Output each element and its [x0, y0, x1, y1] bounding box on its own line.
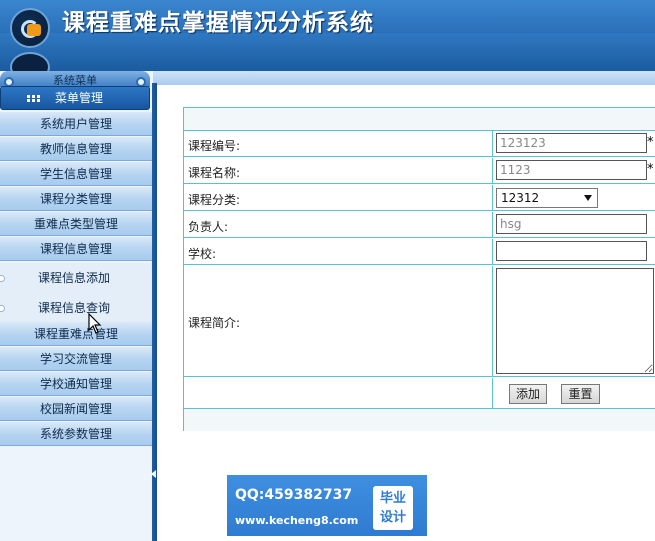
course-name-label-cell: 课程名称:: [184, 158, 493, 183]
course-category-selected-value: 12312: [501, 191, 540, 205]
school-field-cell: [494, 239, 655, 264]
intro-label: 课程简介:: [188, 316, 241, 330]
actions-field-cell: 添加 重置: [494, 378, 655, 408]
form-footer-band: [184, 409, 655, 431]
sidebar-item-students[interactable]: 学生信息管理: [0, 162, 152, 186]
form-row-course-category: 课程分类: 12312: [184, 185, 655, 211]
sidebar-item-system-params[interactable]: 系统参数管理: [0, 422, 152, 446]
system-title: 课程重难点掌握情况分析系统: [62, 9, 374, 36]
sidebar-subitem-course-add[interactable]: 课程信息添加: [0, 263, 152, 293]
intro-textarea[interactable]: [496, 268, 654, 374]
course-category-label-cell: 课程分类:: [184, 185, 493, 210]
header-band-bottom: [0, 33, 655, 71]
app-header: 课程重难点掌握情况分析系统: [0, 0, 655, 71]
course-code-field-cell: *: [494, 131, 655, 156]
reset-button[interactable]: 重置: [561, 384, 600, 404]
menu-management-header[interactable]: 菜单管理: [0, 86, 150, 110]
form-row-course-name: 课程名称: *: [184, 158, 655, 184]
course-category-field-cell: 12312: [494, 185, 655, 210]
course-category-select[interactable]: 12312: [496, 188, 598, 208]
add-button[interactable]: 添加: [509, 384, 547, 404]
sidebar-item-course-info[interactable]: 课程信息管理: [0, 237, 152, 261]
form-row-intro: 课程简介:: [184, 266, 655, 377]
intro-label-cell: 课程简介:: [184, 266, 493, 376]
logo-dot: [27, 24, 41, 36]
course-category-label: 课程分类:: [188, 193, 241, 207]
course-name-required-mark: *: [647, 162, 654, 177]
owner-label-cell: 负责人:: [184, 212, 493, 237]
course-name-label: 课程名称:: [188, 166, 241, 180]
course-code-label-cell: 课程编号:: [184, 131, 493, 156]
course-code-label: 课程编号:: [188, 139, 241, 153]
intro-field-cell: [494, 266, 655, 376]
sidebar-item-teachers[interactable]: 教师信息管理: [0, 137, 152, 161]
school-input[interactable]: [496, 241, 647, 261]
form-row-course-code: 课程编号: *: [184, 131, 655, 157]
sidebar-item-course-categories[interactable]: 课程分类管理: [0, 187, 152, 211]
sidebar-item-difficulty-types[interactable]: 重难点类型管理: [0, 212, 152, 236]
watermark-badge-line1: 毕业: [379, 491, 406, 506]
course-name-field-cell: *: [494, 158, 655, 183]
sidebar-item-key-points[interactable]: 课程重难点管理: [0, 322, 152, 346]
sidebar-item-study-exchange[interactable]: 学习交流管理: [0, 347, 152, 371]
collapse-arrow-icon[interactable]: [151, 470, 156, 478]
owner-label: 负责人:: [188, 220, 229, 234]
form-header-band: [184, 108, 655, 131]
watermark-badge: 毕业 设计: [373, 486, 413, 530]
school-label: 学校:: [188, 247, 217, 261]
owner-field-cell: [494, 212, 655, 237]
sidebar-item-system-users[interactable]: 系统用户管理: [0, 112, 152, 136]
form-row-actions: 添加 重置: [184, 378, 655, 409]
sidebar-item-school-notices[interactable]: 学校通知管理: [0, 372, 152, 396]
form-row-owner: 负责人:: [184, 212, 655, 238]
mouse-cursor-icon: [88, 313, 102, 334]
menu-management-label: 菜单管理: [55, 91, 104, 105]
form-row-school: 学校:: [184, 239, 655, 265]
sidebar-item-campus-news[interactable]: 校园新闻管理: [0, 397, 152, 421]
sidebar-subitem-course-query[interactable]: 课程信息查询: [0, 293, 152, 323]
watermark-badge-line2: 设计: [379, 510, 406, 525]
watermark-url: www.kecheng8.com: [235, 514, 359, 527]
contact-watermark: QQ:459382737 www.kecheng8.com 毕业 设计: [227, 475, 427, 536]
course-form: 课程编号: * 课程名称: * 课程分类: 12312 负责人: 学校:: [183, 107, 655, 431]
course-code-required-mark: *: [647, 135, 654, 150]
system-menu-tab: 系统菜单: [0, 71, 150, 87]
course-name-input[interactable]: [496, 160, 647, 180]
course-code-input[interactable]: [496, 133, 647, 153]
sidebar-subitem-label: 课程信息添加: [38, 271, 111, 285]
actions-label-cell: [184, 378, 493, 408]
school-label-cell: 学校:: [184, 239, 493, 264]
grid-icon: [27, 95, 41, 102]
bullet-icon: [0, 275, 5, 282]
bullet-icon: [0, 305, 5, 312]
owner-input[interactable]: [496, 214, 647, 234]
watermark-qq: QQ:459382737: [235, 487, 353, 503]
dropdown-arrow-icon: [584, 195, 592, 201]
logo-icon: [10, 8, 50, 48]
